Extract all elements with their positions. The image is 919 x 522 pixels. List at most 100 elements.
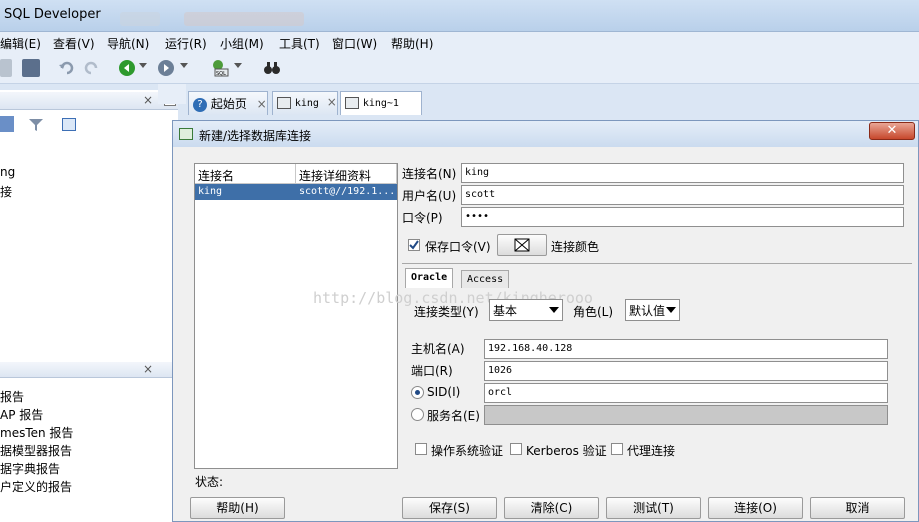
port-input[interactable]: 1026: [484, 361, 888, 381]
tab-king[interactable]: king ×: [272, 91, 338, 115]
conn-name-input[interactable]: king: [461, 163, 904, 183]
proxy-checkbox[interactable]: [611, 443, 623, 455]
report-item[interactable]: mesTen 报告: [0, 424, 73, 441]
radio-dot-icon: [415, 390, 420, 395]
table-row[interactable]: king scott@//192.1...: [195, 184, 397, 200]
forward-icon[interactable]: [157, 59, 175, 77]
help-circle-icon: ?: [193, 97, 207, 112]
connection-color-button[interactable]: [497, 234, 547, 256]
status-label: 状态:: [195, 475, 224, 489]
column-header-name[interactable]: 连接名: [195, 164, 296, 184]
dialog-close-button[interactable]: ✕: [869, 122, 915, 140]
sid-radio[interactable]: [411, 386, 424, 399]
help-button[interactable]: 帮助(H): [190, 497, 285, 519]
role-select[interactable]: 默认值: [625, 299, 680, 321]
close-icon[interactable]: ×: [143, 93, 153, 107]
tab-start-page[interactable]: ? 起始页 ×: [188, 91, 268, 115]
port-label: 端口(R): [411, 364, 453, 378]
save-all-icon[interactable]: [22, 59, 40, 77]
connection-list: 连接名 连接详细资料 king scott@//192.1...: [194, 163, 398, 469]
password-label: 口令(P): [402, 211, 443, 225]
username-input[interactable]: scott: [461, 185, 904, 205]
blurred-title-text-2: [184, 12, 304, 26]
new-connection-dialog: 新建/选择数据库连接 ✕ 连接名 连接详细资料 king scott@//192…: [172, 120, 919, 522]
os-auth-checkbox[interactable]: [415, 443, 427, 455]
kerberos-checkbox[interactable]: [510, 443, 522, 455]
title-bar: SQL Developer: [0, 0, 919, 32]
undo-icon[interactable]: [58, 59, 76, 77]
dialog-title-bar: 新建/选择数据库连接 ✕: [173, 121, 918, 147]
sql-dropdown-icon[interactable]: [234, 63, 242, 68]
tab-oracle[interactable]: Oracle: [405, 268, 454, 288]
clear-button[interactable]: 清除(C): [504, 497, 599, 519]
refresh-icon[interactable]: [0, 116, 14, 132]
toolbar: SQL: [0, 54, 919, 84]
password-input[interactable]: ••••: [461, 207, 904, 227]
connections-panel: × ng 接 × 报告 AP 报告 mesTen 报告 据模型器报告 据字典报告…: [0, 90, 178, 522]
conn-type-label: 连接类型(Y): [414, 305, 479, 319]
tree-item[interactable]: ng: [0, 165, 15, 179]
svg-text:SQL: SQL: [216, 71, 226, 77]
service-name-radio[interactable]: [411, 408, 424, 421]
menu-run[interactable]: 运行(R): [165, 35, 207, 52]
panel-header: ×: [0, 92, 178, 110]
service-name-label: 服务名(E): [427, 409, 480, 423]
save-password-label: 保存口令(V): [425, 240, 491, 254]
menu-view[interactable]: 查看(V): [53, 35, 95, 52]
editor-tabs: ? 起始页 × king × king~1: [188, 91, 428, 115]
host-input[interactable]: 192.168.40.128: [484, 339, 888, 359]
blurred-title-text: [120, 12, 160, 26]
chevron-down-icon: [666, 307, 676, 313]
back-dropdown-icon[interactable]: [139, 63, 147, 68]
tab-label: king: [294, 98, 319, 109]
connection-icon: [179, 128, 193, 140]
report-item[interactable]: 据字典报告: [0, 460, 60, 477]
report-item[interactable]: 户定义的报告: [0, 478, 72, 495]
tab-label: 起始页: [210, 97, 247, 111]
tab-king-1[interactable]: king~1: [340, 91, 422, 115]
column-header-details[interactable]: 连接详细资料: [296, 164, 397, 184]
tab-access[interactable]: Access: [461, 270, 510, 288]
connection-name-cell: king: [198, 186, 223, 197]
menu-tools[interactable]: 工具(T): [279, 35, 320, 52]
report-item[interactable]: AP 报告: [0, 406, 43, 423]
connect-button[interactable]: 连接(O): [708, 497, 803, 519]
test-button[interactable]: 测试(T): [606, 497, 701, 519]
close-icon[interactable]: ×: [143, 362, 153, 376]
reports-panel-header: ×: [0, 362, 178, 378]
close-icon[interactable]: ×: [327, 95, 337, 109]
tab-label: king~1: [362, 98, 399, 109]
cancel-button[interactable]: 取消: [810, 497, 905, 519]
host-label: 主机名(A): [411, 342, 465, 356]
menu-navigate[interactable]: 导航(N): [107, 35, 149, 52]
sql-worksheet-icon[interactable]: SQL: [211, 59, 229, 77]
sid-input[interactable]: orcl: [484, 383, 888, 403]
menu-team[interactable]: 小组(M): [220, 35, 264, 52]
app-title: SQL Developer: [4, 7, 101, 22]
report-item[interactable]: 报告: [0, 388, 24, 405]
binoculars-icon[interactable]: [263, 59, 281, 77]
sql-worksheet-icon: [345, 96, 359, 109]
menu-help[interactable]: 帮助(H): [391, 35, 433, 52]
tree-item[interactable]: 接: [0, 183, 12, 200]
menu-window[interactable]: 窗口(W): [332, 35, 377, 52]
save-password-checkbox[interactable]: [408, 239, 420, 251]
checkmark-icon: [409, 240, 419, 250]
connection-color-label: 连接颜色: [551, 240, 600, 254]
save-icon[interactable]: [0, 59, 12, 77]
report-item[interactable]: 据模型器报告: [0, 442, 72, 459]
back-icon[interactable]: [118, 59, 136, 77]
conn-type-select[interactable]: 基本: [489, 299, 563, 321]
redo-icon[interactable]: [82, 59, 100, 77]
kerberos-label: Kerberos 验证: [526, 444, 607, 458]
schema-browser-icon[interactable]: [62, 118, 76, 131]
conn-name-label: 连接名(N): [402, 167, 457, 181]
forward-dropdown-icon[interactable]: [180, 63, 188, 68]
panel-spacer: [158, 84, 186, 104]
close-icon[interactable]: ×: [257, 97, 267, 111]
menu-edit[interactable]: 编辑(E): [0, 35, 41, 52]
proxy-label: 代理连接: [627, 444, 676, 458]
filter-icon[interactable]: [28, 118, 44, 132]
save-button[interactable]: 保存(S): [402, 497, 497, 519]
os-auth-label: 操作系统验证: [431, 444, 504, 458]
